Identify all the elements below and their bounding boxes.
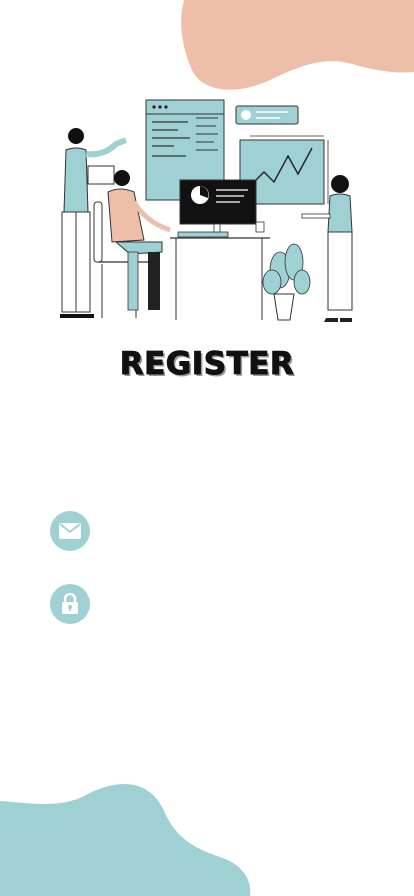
bottom-decorative-blob [0, 784, 251, 896]
password-field[interactable] [100, 584, 372, 624]
email-field-icon-badge [50, 511, 90, 551]
envelope-icon [59, 523, 81, 539]
page-title: REGISTER [119, 346, 295, 383]
top-decorative-blob [181, 0, 414, 90]
password-field-icon-badge [50, 584, 90, 624]
lock-icon [62, 593, 78, 614]
email-field[interactable] [100, 511, 372, 551]
hero-illustration [60, 99, 353, 322]
